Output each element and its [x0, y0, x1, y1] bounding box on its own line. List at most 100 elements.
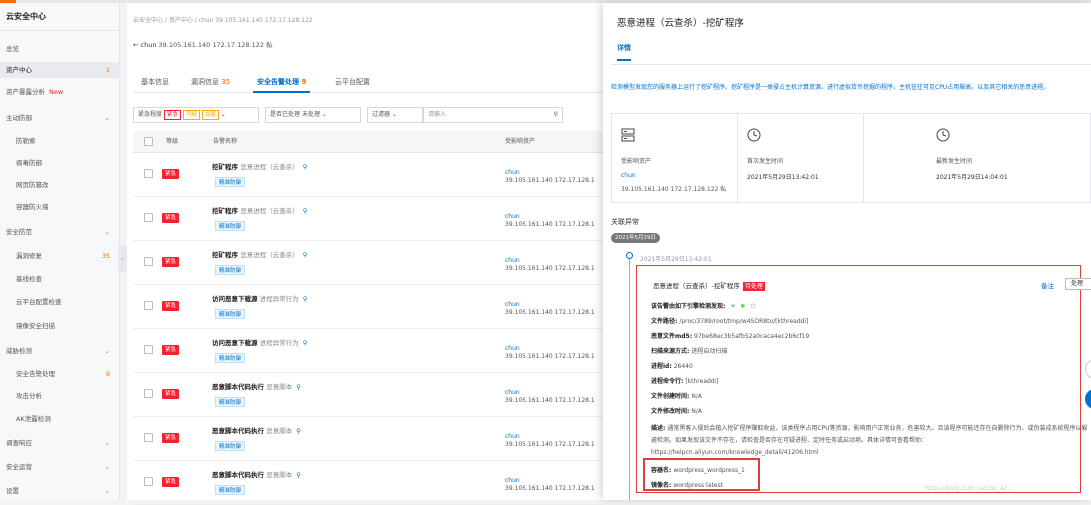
chevron-down-icon[interactable]: ⌄ — [104, 435, 110, 451]
sidebar-item-15[interactable]: 攻击分析 — [0, 388, 120, 404]
first-seen-card: 首次发生时间 2021年5月29日13:42:01 — [738, 114, 864, 202]
chevron-down-icon[interactable]: ⌄ — [104, 343, 110, 359]
search-icon[interactable]: ⚲ — [303, 339, 308, 347]
sidebar-item-label: AK泄露检测 — [16, 415, 51, 423]
table-row[interactable]: 紧急 恶意脚本代码执行 恶意脚本 ⚲ 精准防御 chun 39.105.161.140 1… — [133, 461, 603, 505]
table-row[interactable]: 紧急 恶意脚本代码执行 恶意脚本 ⚲ 精准防御 chun 39.105.161.140 1… — [133, 417, 603, 461]
sidebar-item-label: 主动防御 — [6, 114, 32, 122]
sidebar-item-1[interactable]: 资产中心 1 — [0, 62, 120, 78]
table-header: 等级 告警名称 受影响资产 — [133, 131, 603, 153]
chevron-down-icon: ⌄ — [321, 111, 327, 118]
select-all-checkbox[interactable] — [144, 137, 153, 146]
note-link[interactable]: 备注 — [1041, 280, 1054, 290]
row-checkbox[interactable] — [144, 389, 153, 398]
search-icon[interactable]: ⚲ — [296, 383, 301, 391]
chevron-down-icon: ⌄ — [391, 111, 397, 118]
level-badge: 紧急 — [162, 301, 180, 311]
chevron-down-icon[interactable]: ⌄ — [104, 110, 110, 126]
table-row[interactable]: 紧急 挖矿程序 恶意进程（云查杀） ⚲ 精准防御 chun 39.105.161.140 … — [133, 197, 603, 241]
float-service-button[interactable] — [1085, 389, 1091, 409]
level-badge: 紧急 — [162, 169, 180, 179]
sidebar-item-label: 漏洞修复 — [16, 252, 42, 260]
sidebar-item-18[interactable]: 安全运营 ⌄ — [0, 459, 120, 475]
alert-name[interactable]: 挖矿程序 恶意进程（云查杀） ⚲ — [212, 161, 308, 171]
sidebar-item-11[interactable]: 云平台配置检查 — [0, 294, 120, 310]
search-input[interactable]: 请输入 ⚲ — [423, 107, 563, 123]
sidebar-collapse-button[interactable]: ‹ — [118, 246, 127, 272]
count-badge: 9 — [105, 370, 110, 378]
sidebar-item-4[interactable]: 防勒索 — [0, 133, 120, 149]
alert-name[interactable]: 恶意脚本代码执行 恶意脚本 ⚲ — [212, 425, 301, 435]
row-checkbox[interactable] — [144, 345, 153, 354]
sidebar-item-7[interactable]: 容器防火墙 — [0, 199, 120, 215]
asset-cell: chun 39.105.161.140 172.17.128.1 — [505, 169, 595, 184]
filter-select[interactable]: 过滤器 ⌄ — [367, 107, 423, 123]
handled-filter[interactable]: 是否已处理 未处理 ⌄ — [265, 107, 361, 123]
sidebar-item-12[interactable]: 镜像安全扫描 — [0, 318, 120, 334]
detail-field: 文件创建时间: N/A — [651, 393, 702, 400]
level-filter[interactable]: 紧急程度 紧急 可疑 提醒 ⌄ — [133, 107, 259, 123]
search-icon[interactable]: ⚲ — [303, 251, 308, 259]
search-icon[interactable]: ⚲ — [303, 207, 308, 215]
tab-alerts[interactable]: 安全告警处理 9 — [253, 71, 311, 93]
sidebar-item-label: 设置 — [6, 487, 19, 495]
row-checkbox[interactable] — [144, 169, 153, 178]
detail-field: 恶意文件md5: 97be68ec3b5afb52a0caca4ec2b6cf1… — [651, 333, 810, 340]
table-row[interactable]: 紧急 挖矿程序 恶意进程（云查杀） ⚲ 精准防御 chun 39.105.161.140 … — [133, 153, 603, 197]
tab-basic-info[interactable]: 基本信息 — [137, 71, 173, 93]
event-time: 2021年5月29日13:42:01 — [640, 256, 712, 263]
row-checkbox[interactable] — [144, 257, 153, 266]
alert-name[interactable]: 挖矿程序 恶意进程（云查杀） ⚲ — [212, 249, 308, 259]
tab-bar: 基本信息 漏洞信息 35 安全告警处理 9 云平台配置 — [133, 71, 603, 93]
sidebar-item-14[interactable]: 安全告警处理 9 — [0, 366, 120, 382]
row-checkbox[interactable] — [144, 433, 153, 442]
tab-details[interactable]: 详情 — [617, 43, 631, 61]
search-icon[interactable]: ⚲ — [303, 163, 308, 171]
arrow-left-icon[interactable]: ← — [133, 41, 138, 49]
search-icon[interactable]: ⚲ — [554, 108, 558, 122]
handle-button[interactable]: 处理 — [1065, 278, 1091, 290]
search-icon[interactable]: ⚲ — [296, 427, 301, 435]
sidebar-item-5[interactable]: 病毒防御 — [0, 155, 120, 171]
breadcrumb: 云安全中心 / 资产中心 / chun 39.105.161.140 172.1… — [133, 17, 313, 24]
tab-cloud-config[interactable]: 云平台配置 — [331, 71, 374, 93]
sidebar-item-9[interactable]: 漏洞修复 35 — [0, 248, 120, 264]
asset-host-link[interactable]: chun — [621, 172, 636, 179]
sidebar-item-0[interactable]: 总览 — [0, 41, 120, 57]
sidebar-item-13[interactable]: 威胁检测 ⌄ — [0, 343, 120, 359]
alert-name[interactable]: 恶意脚本代码执行 恶意脚本 ⚲ — [212, 381, 301, 391]
alert-name[interactable]: 挖矿程序 恶意进程（云查杀） ⚲ — [212, 205, 308, 215]
sidebar-item-2[interactable]: 资产暴露分析 New — [0, 84, 120, 100]
sidebar-item-19[interactable]: 设置 ⌄ — [0, 483, 120, 499]
sidebar-item-3[interactable]: 主动防御 ⌄ — [0, 110, 120, 126]
search-icon[interactable]: ⚲ — [296, 471, 301, 479]
table-row[interactable]: 紧急 访问恶意下载源 进程异常行为 ⚲ 精准防御 chun 39.105.161.140 … — [133, 329, 603, 373]
chevron-down-icon[interactable]: ⌄ — [104, 224, 110, 240]
table-row[interactable]: 紧急 恶意脚本代码执行 恶意脚本 ⚲ 精准防御 chun 39.105.161.140 1… — [133, 373, 603, 417]
sidebar-item-10[interactable]: 基线检查 — [0, 271, 120, 287]
table-row[interactable]: 紧急 访问恶意下载源 进程异常行为 ⚲ 精准防御 chun 39.105.161.140 … — [133, 285, 603, 329]
alert-name[interactable]: 访问恶意下载源 进程异常行为 ⚲ — [212, 293, 308, 303]
back-link[interactable]: ← chun 39.105.161.140 172.17.128.122 私 — [133, 39, 273, 49]
row-checkbox[interactable] — [144, 301, 153, 310]
row-checkbox[interactable] — [144, 213, 153, 222]
defense-tag: 精准防御 — [215, 309, 246, 319]
table-row[interactable]: 紧急 挖矿程序 恶意进程（云查杀） ⚲ 精准防御 chun 39.105.161.140 … — [133, 241, 603, 285]
sidebar-item-17[interactable]: 调查响应 ⌄ — [0, 435, 120, 451]
alert-name[interactable]: 恶意脚本代码执行 恶意脚本 ⚲ — [212, 469, 301, 479]
asset-cell: chun 39.105.161.140 172.17.128.1 — [505, 345, 595, 360]
sidebar-item-6[interactable]: 网页防篡改 — [0, 177, 120, 193]
sidebar-item-16[interactable]: AK泄露检测 — [0, 411, 120, 427]
status-badge: 待处理 — [742, 282, 765, 291]
search-icon[interactable]: ⚲ — [303, 295, 308, 303]
row-checkbox[interactable] — [144, 477, 153, 486]
asset-cell: chun 39.105.161.140 172.17.128.1 — [505, 477, 595, 492]
chevron-down-icon[interactable]: ⌄ — [104, 459, 110, 475]
tab-vulnerabilities[interactable]: 漏洞信息 35 — [187, 71, 234, 93]
float-help-button[interactable] — [1085, 359, 1091, 379]
defense-tag: 精准防御 — [215, 441, 246, 451]
sidebar-item-8[interactable]: 安全防范 ⌄ — [0, 224, 120, 240]
detail-field: 文件修改时间: N/A — [651, 408, 702, 415]
chevron-down-icon[interactable]: ⌄ — [104, 483, 110, 499]
alert-name[interactable]: 访问恶意下载源 进程异常行为 ⚲ — [212, 337, 308, 347]
